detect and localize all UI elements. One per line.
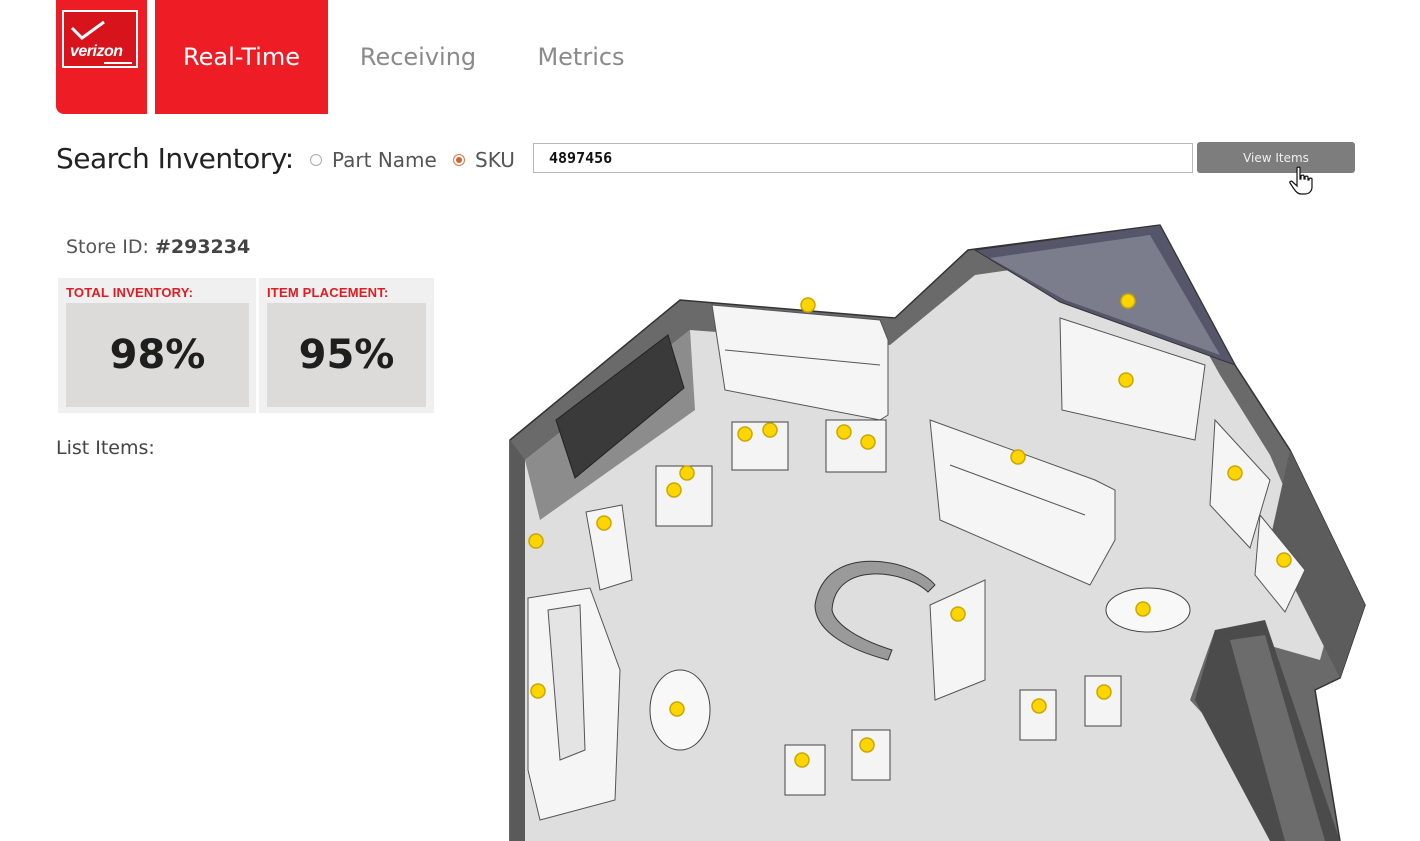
logo-tile[interactable]: verizon <box>56 0 147 114</box>
location-pin-icon[interactable] <box>1120 293 1136 309</box>
location-pin-icon[interactable] <box>1010 449 1026 465</box>
radio-button[interactable] <box>310 154 322 166</box>
verizon-logo: verizon <box>62 10 138 68</box>
location-pin-icon[interactable] <box>1227 465 1243 481</box>
location-pin-icon[interactable] <box>794 752 810 768</box>
total-inventory-label: TOTAL INVENTORY: <box>66 285 194 300</box>
view-items-button[interactable]: View Items <box>1197 142 1355 173</box>
location-pin-icon[interactable] <box>530 683 546 699</box>
location-pin-icon[interactable] <box>666 482 682 498</box>
location-pin-icon[interactable] <box>1031 698 1047 714</box>
checkmark-icon <box>70 20 105 40</box>
location-pin-icon[interactable] <box>679 465 695 481</box>
radio-label: SKU <box>475 148 515 172</box>
store-floor-map[interactable] <box>500 215 1380 841</box>
radio-button-selected[interactable] <box>453 154 465 166</box>
location-pin-icon[interactable] <box>1118 372 1134 388</box>
store-id: Store ID: #293234 <box>66 236 250 258</box>
location-pin-icon[interactable] <box>1096 684 1112 700</box>
tab-metrics[interactable]: Metrics <box>520 0 642 114</box>
radio-sku[interactable]: SKU <box>453 148 515 172</box>
item-placement-stat: ITEM PLACEMENT: 95% <box>259 278 435 413</box>
tab-receiving[interactable]: Receiving <box>348 0 488 114</box>
list-items-title: List Items: <box>56 437 155 459</box>
logo-text: verizon <box>70 43 123 60</box>
sku-search-input[interactable] <box>533 143 1193 173</box>
item-placement-value: 95% <box>267 303 426 407</box>
total-inventory-value: 98% <box>66 303 249 407</box>
stats-panel: TOTAL INVENTORY: 98% ITEM PLACEMENT: 95% <box>58 278 434 413</box>
hand-pointer-icon <box>1289 166 1313 195</box>
location-pin-icon[interactable] <box>859 737 875 753</box>
location-pin-icon[interactable] <box>860 434 876 450</box>
location-pin-icon[interactable] <box>762 422 778 438</box>
location-pin-icon[interactable] <box>737 426 753 442</box>
item-placement-label: ITEM PLACEMENT: <box>267 285 389 300</box>
search-title: Search Inventory: <box>56 142 294 175</box>
location-pin-icon[interactable] <box>596 515 612 531</box>
location-pin-icon[interactable] <box>669 701 685 717</box>
location-pin-icon[interactable] <box>800 297 816 313</box>
location-pin-icon[interactable] <box>950 606 966 622</box>
store-id-label: Store ID: <box>66 236 149 258</box>
location-pin-icon[interactable] <box>836 424 852 440</box>
location-pin-icon[interactable] <box>528 533 544 549</box>
location-pin-icon[interactable] <box>1135 601 1151 617</box>
location-pin-icon[interactable] <box>1276 552 1292 568</box>
total-inventory-stat: TOTAL INVENTORY: 98% <box>58 278 249 413</box>
tab-real-time[interactable]: Real-Time <box>155 0 328 114</box>
store-id-value: #293234 <box>154 236 251 258</box>
radio-part-name[interactable]: Part Name <box>310 148 437 172</box>
radio-label: Part Name <box>332 148 437 172</box>
